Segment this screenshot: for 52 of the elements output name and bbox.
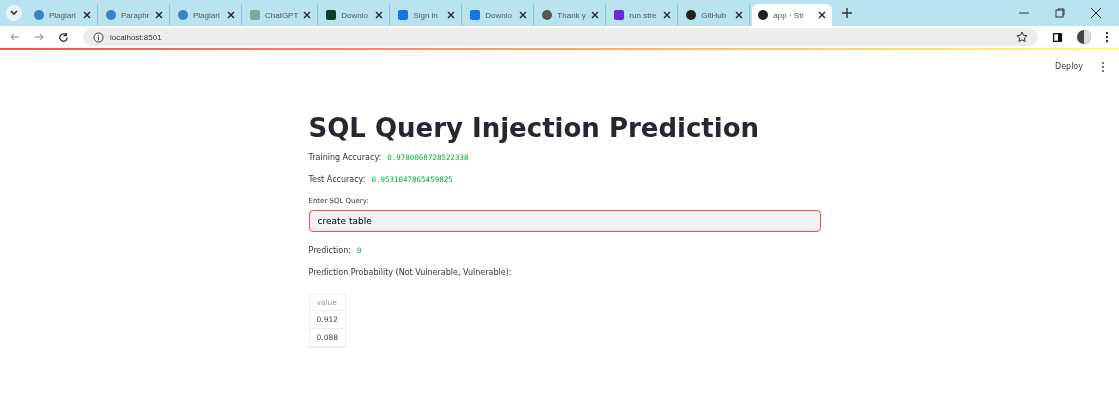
tab-title: run stre [629,10,658,20]
tab-title: Paraphr [121,10,150,20]
close-icon[interactable] [303,11,312,19]
page-title: SQL Query Injection Prediction [308,113,761,143]
close-icon[interactable] [519,11,528,19]
close-icon[interactable] [83,11,91,19]
close-icon[interactable] [447,11,456,19]
favicon-icon [542,10,553,20]
favicon-icon [250,10,260,20]
prediction-label: Prediction: [308,246,351,255]
tab-title: Downlo [341,10,370,20]
tab-title: app · Str [773,10,806,20]
close-icon[interactable] [735,11,744,19]
favicon-icon [398,10,409,20]
close-icon[interactable] [227,11,235,19]
star-icon[interactable] [1016,31,1028,43]
metric-label: Training Accuracy: [308,153,382,162]
tab-title: GitHub [701,10,728,20]
new-tab-icon[interactable] [842,8,853,18]
tab-title: Downlo [485,10,514,20]
browser-tab[interactable]: app · Str [752,4,833,26]
tab-title: Sign in [413,10,439,20]
favicon-icon [758,10,769,20]
favicon-icon [34,10,44,20]
close-icon[interactable] [591,11,600,19]
favicon-icon [178,10,188,20]
close-icon[interactable] [1091,8,1101,18]
tab-title: ChatGPT [265,10,299,20]
tab-title: Thank y [557,10,587,20]
info-icon [93,31,104,43]
favicon-icon [106,10,116,20]
close-icon[interactable] [155,11,163,19]
deploy-button[interactable]: Deploy [1051,60,1087,73]
favicon-icon [614,10,625,20]
favicon-icon [470,10,481,20]
favicon-icon [686,10,697,20]
favicon-icon [326,10,337,20]
reload-icon[interactable] [58,31,69,43]
tab-title: Plagiari [193,10,221,20]
query-field[interactable]: create table [308,210,821,232]
close-icon[interactable] [375,11,384,19]
more-icon[interactable] [1105,31,1109,43]
probability-label: Prediction Probability (Not Vulnerable, Vulnerable): [308,268,512,277]
close-icon[interactable] [818,11,827,19]
close-icon[interactable] [663,11,672,19]
restore-icon[interactable] [1055,8,1065,18]
metric-label: Test Accuracy: [308,175,366,184]
address-bar[interactable]: localhost:8501 [83,28,1038,46]
tab-title: Plagiari [49,10,77,20]
avatar-icon[interactable] [1077,30,1091,44]
tab-search-button[interactable] [6,5,22,21]
side-panel-icon[interactable] [1052,31,1063,43]
